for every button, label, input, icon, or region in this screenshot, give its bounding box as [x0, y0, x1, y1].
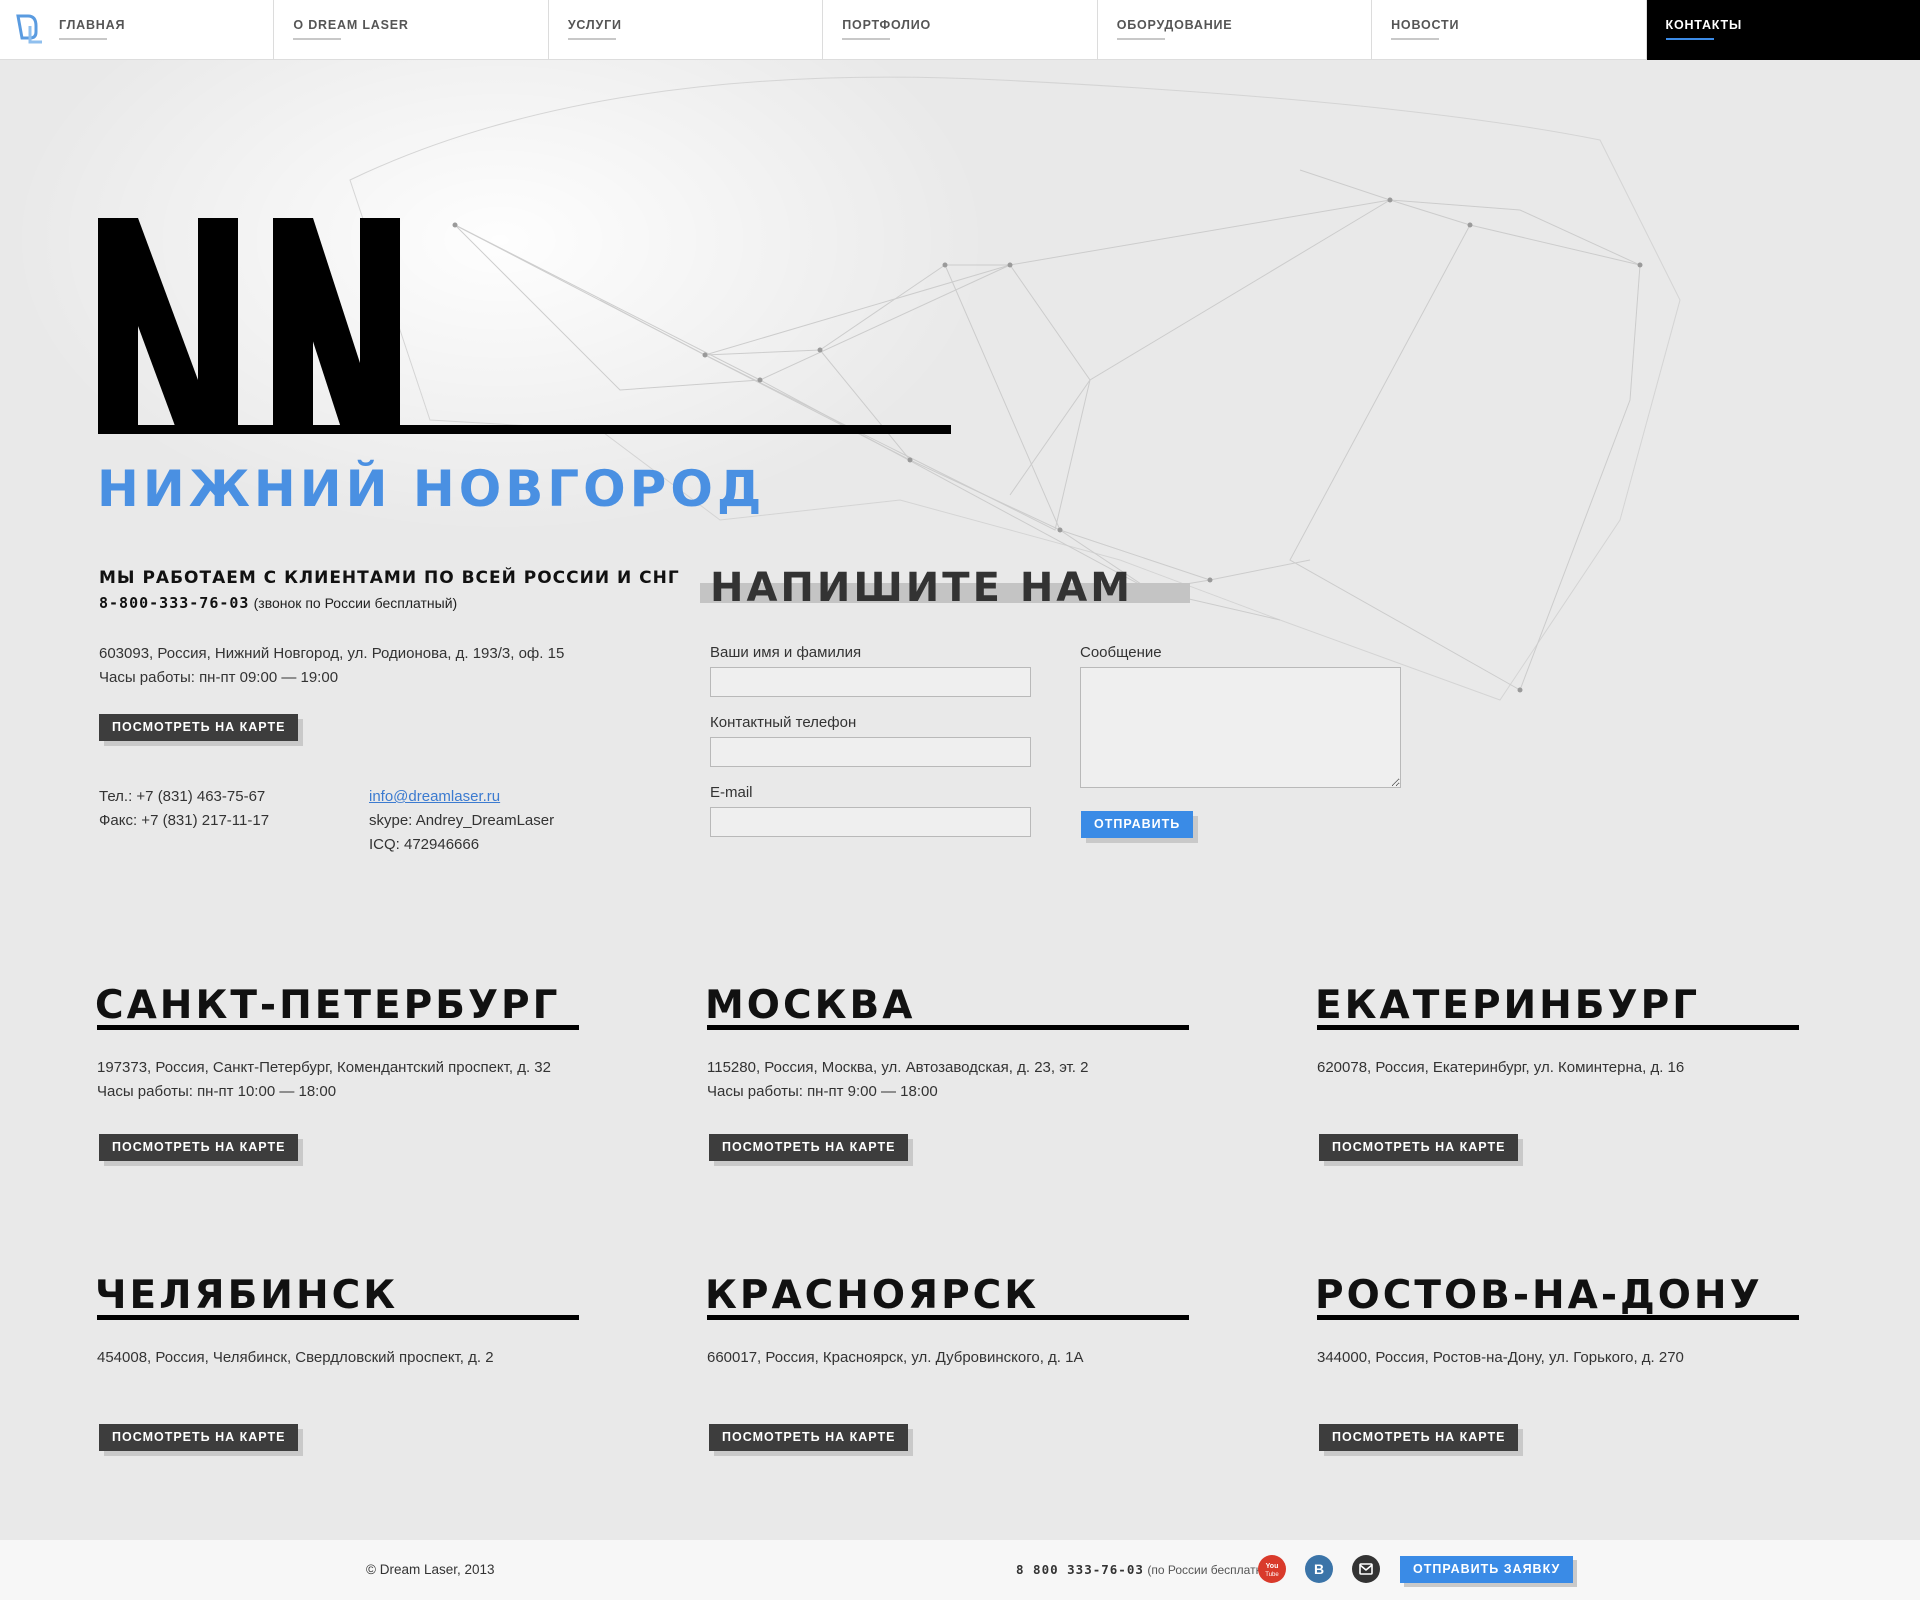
main-office-info: МЫ РАБОТАЕМ С КЛИЕНТАМИ ПО ВСЕЙ РОССИИ И… [99, 568, 680, 612]
icq: ICQ: 472946666 [369, 836, 480, 853]
main-office-address: 603093, Россия, Нижний Новгород, ул. Род… [99, 645, 565, 662]
view-on-map-button[interactable]: ПОСМОТРЕТЬ НА КАРТЕ [709, 1424, 909, 1451]
dream-laser-logo[interactable] [14, 12, 46, 48]
name-field[interactable] [710, 667, 1031, 697]
main-office-address-block: 603093, Россия, Нижний Новгород, ул. Род… [99, 642, 564, 690]
nav-item-label: О Dream Laser [293, 18, 409, 32]
view-on-map-button[interactable]: ПОСМОТРЕТЬ НА КАРТЕ [709, 1134, 909, 1161]
vk-icon[interactable]: В [1305, 1555, 1333, 1583]
footer-phone-line: 8 800 333-76-03 (по России бесплатно) [1016, 1562, 1273, 1577]
nav-item-news[interactable]: Новости [1372, 0, 1647, 60]
branch-address-block: 344000, Россия, Ростов-на-Дону, ул. Горь… [1317, 1346, 1684, 1370]
nav-item-about[interactable]: О Dream Laser [274, 0, 549, 60]
branch-name: САНКТ-ПЕТЕРБУРГ [95, 983, 561, 1028]
email-link[interactable]: info@dreamlaser.ru [369, 788, 500, 805]
nav-item-label: Контакты [1665, 18, 1742, 32]
footer: © Dream Laser, 2013 8 800 333-76-03 (по … [0, 1540, 1920, 1600]
skype: skype: Andrey_DreamLaser [369, 812, 555, 829]
contact-form-heading: НАПИШИТЕ НАМ [710, 565, 1134, 611]
contact-form-title: НАПИШИТЕ НАМ [700, 565, 1190, 615]
phone-field-label: Контактный телефон [710, 714, 857, 731]
svg-text:Tube: Tube [1265, 1572, 1279, 1578]
message-field-label: Сообщение [1080, 644, 1162, 661]
nav-item-underline [567, 38, 616, 40]
branch-address: 115280, Россия, Москва, ул. Автозаводска… [707, 1059, 1089, 1076]
phone-field[interactable] [710, 737, 1031, 767]
branch-name: ЕКАТЕРИНБУРГ [1315, 983, 1701, 1028]
branch-hours: Часы работы: пн-пт 10:00 — 18:00 [97, 1083, 337, 1100]
branch-address-block: 620078, Россия, Екатеринбург, ул. Коминт… [1317, 1056, 1684, 1080]
nav-item-equipment[interactable]: Оборудование [1098, 0, 1373, 60]
main-office-phone: 8-800-333-76-03 [99, 594, 250, 612]
svg-text:You: You [1266, 1563, 1279, 1570]
branch-address-block: 115280, Россия, Москва, ул. Автозаводска… [707, 1056, 1088, 1104]
send-request-button[interactable]: ОТПРАВИТЬ ЗАЯВКУ [1400, 1556, 1574, 1583]
branch-name: КРАСНОЯРСК [705, 1273, 1040, 1318]
nav-item-underline [842, 38, 891, 40]
message-field[interactable] [1080, 667, 1401, 788]
view-on-map-button[interactable]: ПОСМОТРЕТЬ НА КАРТЕ [99, 1134, 299, 1161]
branch-address: 197373, Россия, Санкт-Петербург, Коменда… [97, 1059, 551, 1076]
email-field[interactable] [710, 807, 1031, 837]
view-on-map-button[interactable]: ПОСМОТРЕТЬ НА КАРТЕ [1319, 1424, 1519, 1451]
nav-item-label: Услуги [567, 18, 622, 32]
nav-item-label: Главная [59, 18, 126, 32]
branch-address-block: 660017, Россия, Красноярск, ул. Дубровин… [707, 1346, 1083, 1370]
branch-hours: Часы работы: пн-пт 9:00 — 18:00 [707, 1083, 938, 1100]
nav-item-portfolio[interactable]: Портфолио [823, 0, 1098, 60]
nav-item-label: Новости [1391, 18, 1460, 32]
branch-address: 620078, Россия, Екатеринбург, ул. Коминт… [1317, 1059, 1685, 1076]
nav-item-label: Оборудование [1116, 18, 1233, 32]
telephone: Тел.: +7 (831) 463-75-67 [99, 788, 266, 805]
branch-name: МОСКВА [705, 983, 916, 1028]
main-office-phone-line: 8-800-333-76-03 (звонок по России беспла… [99, 594, 680, 612]
online-contacts-block: info@dreamlaser.ru skype: Andrey_DreamLa… [369, 785, 554, 857]
footer-phone: 8 800 333-76-03 [1016, 1562, 1144, 1577]
nav-item-underline [293, 38, 342, 40]
fax: Факс: +7 (831) 217-11-17 [99, 812, 270, 829]
main-office-heading: МЫ РАБОТАЕМ С КЛИЕНТАМИ ПО ВСЕЙ РОССИИ И… [99, 568, 680, 588]
branch-address-block: 197373, Россия, Санкт-Петербург, Коменда… [97, 1056, 551, 1104]
nav-item-underline [59, 38, 107, 40]
main-office-phone-note: (звонок по России бесплатный) [253, 595, 458, 611]
nav-item-services[interactable]: Услуги [549, 0, 824, 60]
main-office-hours: Часы работы: пн-пт 09:00 — 19:00 [99, 669, 339, 686]
footer-phone-note: (по России бесплатно) [1147, 1563, 1273, 1577]
branch-name: РОСТОВ-НА-ДОНУ [1315, 1273, 1763, 1318]
copyright: © Dream Laser, 2013 [366, 1562, 495, 1577]
branch-address: 344000, Россия, Ростов-на-Дону, ул. Горь… [1317, 1349, 1684, 1366]
nav-item-underline [1116, 38, 1165, 40]
contacts-page: Главная О Dream Laser Услуги Портфолио О… [0, 0, 1920, 1600]
nav-item-contacts[interactable]: Контакты [1646, 0, 1920, 60]
mail-icon[interactable] [1352, 1555, 1380, 1583]
branch-name: ЧЕЛЯБИНСК [95, 1273, 399, 1318]
city-title: НИЖНИЙ НОВГОРОД [97, 460, 766, 518]
branch-address: 660017, Россия, Красноярск, ул. Дубровин… [707, 1349, 1084, 1366]
send-button[interactable]: ОТПРАВИТЬ [1081, 811, 1194, 838]
youtube-icon[interactable]: You Tube [1258, 1555, 1286, 1583]
nav-item-underline [1665, 38, 1714, 40]
view-on-map-button[interactable]: ПОСМОТРЕТЬ НА КАРТЕ [1319, 1134, 1519, 1161]
city-code-logo [98, 218, 951, 434]
view-on-map-button[interactable]: ПОСМОТРЕТЬ НА КАРТЕ [99, 714, 299, 741]
nav-item-underline [1391, 38, 1440, 40]
phone-fax-block: Тел.: +7 (831) 463-75-67 Факс: +7 (831) … [99, 785, 269, 833]
nav-item-label: Портфолио [842, 18, 932, 32]
name-field-label: Ваши имя и фамилия [710, 644, 862, 661]
view-on-map-button[interactable]: ПОСМОТРЕТЬ НА КАРТЕ [99, 1424, 299, 1451]
svg-text:В: В [1314, 1561, 1324, 1577]
branch-address-block: 454008, Россия, Челябинск, Свердловский … [97, 1346, 494, 1370]
top-navigation: Главная О Dream Laser Услуги Портфолио О… [0, 0, 1920, 60]
branch-address: 454008, Россия, Челябинск, Свердловский … [97, 1349, 494, 1366]
email-field-label: E-mail [710, 784, 753, 801]
